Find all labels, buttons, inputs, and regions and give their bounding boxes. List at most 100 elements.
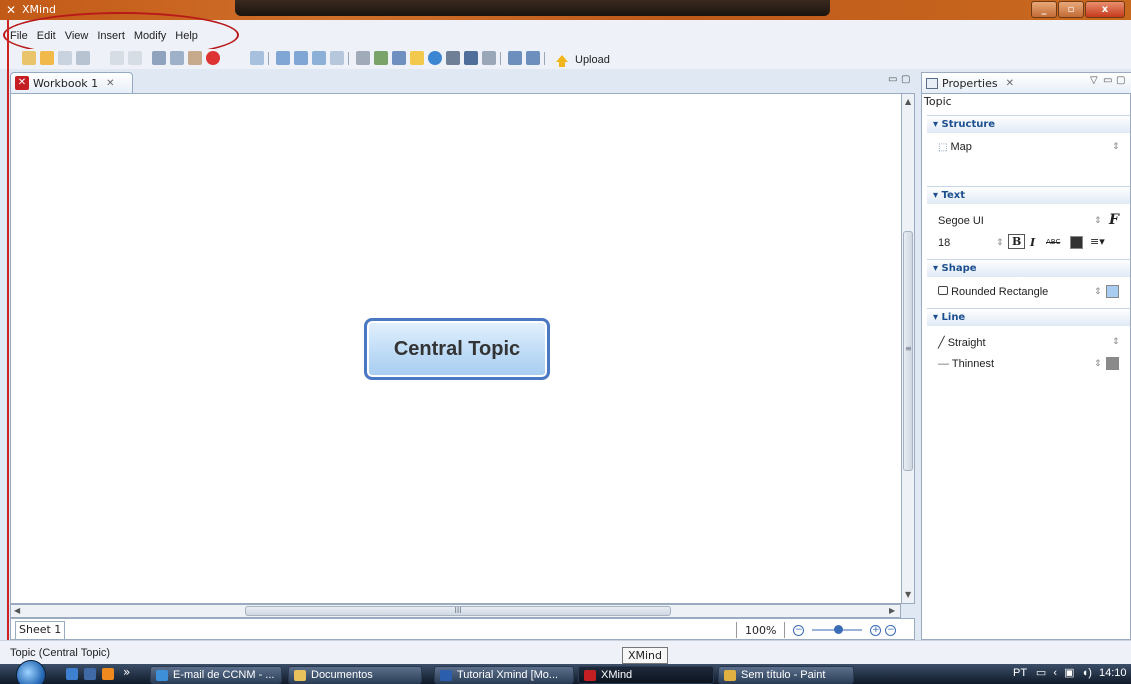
attachment-icon[interactable] [356, 51, 370, 65]
text-color-swatch[interactable] [1070, 236, 1083, 249]
start-button-icon[interactable] [16, 660, 46, 684]
maximize-button[interactable]: ▫ [1058, 1, 1084, 18]
language-indicator[interactable]: PT [1013, 667, 1027, 679]
quick-launch-overflow-icon[interactable]: » [123, 665, 130, 679]
taskbar-item-xmind[interactable]: XMind [578, 666, 714, 684]
parent-topic-icon[interactable] [312, 51, 326, 65]
tab-close-icon[interactable]: ✕ [106, 78, 114, 89]
show-desktop-icon[interactable] [66, 668, 78, 680]
taskbar-item-documentos[interactable]: Documentos [288, 666, 422, 684]
font-chooser-icon[interactable]: F [1109, 212, 1119, 228]
image-icon[interactable] [374, 51, 388, 65]
scroll-right-icon[interactable]: ▶ [889, 606, 895, 615]
tray-expand-icon[interactable]: ‹ [1053, 667, 1057, 679]
font-spin-icon[interactable]: ⇕ [1094, 216, 1102, 226]
clock[interactable]: 14:10 [1099, 667, 1127, 679]
delete-icon[interactable] [206, 51, 220, 65]
minimize-view-icon[interactable]: ▭ [888, 74, 897, 85]
horizontal-scroll-thumb[interactable]: III [245, 606, 671, 616]
line-style-field[interactable]: ╱ Straight [938, 336, 986, 349]
drill-down-icon[interactable] [508, 51, 522, 65]
properties-icon [926, 77, 938, 89]
structure-field[interactable]: ⬚ Map [938, 141, 972, 153]
menu-file[interactable]: File [10, 30, 28, 42]
hyperlink-icon[interactable] [428, 51, 442, 65]
boundary-icon[interactable] [392, 51, 406, 65]
subtopic-icon[interactable] [276, 51, 290, 65]
vertical-scrollbar[interactable]: ▲ ≡ ▼ [901, 93, 915, 604]
minimize-view-icon[interactable]: ▭ [1103, 75, 1112, 86]
section-structure[interactable]: ▾ Structure [927, 115, 1130, 133]
tab-sheet-1[interactable]: Sheet 1 [15, 621, 66, 639]
strikethrough-button[interactable]: ABC [1046, 238, 1060, 246]
network-icon[interactable]: ▣ [1064, 667, 1074, 679]
vertical-scroll-thumb[interactable]: ≡ [903, 231, 913, 471]
fill-color-swatch[interactable] [1106, 285, 1119, 298]
maximize-view-icon[interactable]: ▢ [1116, 75, 1125, 86]
keyboard-icon[interactable]: ▭ [1036, 667, 1046, 679]
redo-icon[interactable] [128, 51, 142, 65]
italic-button[interactable]: I [1030, 236, 1035, 249]
zoom-out-icon[interactable]: − [793, 624, 805, 636]
scroll-up-icon[interactable]: ▲ [905, 97, 911, 106]
shape-spin-icon[interactable]: ⇕ [1094, 287, 1102, 297]
insert-topic-icon[interactable] [250, 51, 264, 65]
media-player-icon[interactable] [102, 668, 114, 680]
view-menu-icon[interactable]: ▽ [1090, 75, 1098, 86]
topic-before-icon[interactable] [294, 51, 308, 65]
tab-workbook[interactable]: ✕ Workbook 1 ✕ [10, 72, 133, 93]
scroll-down-icon[interactable]: ▼ [905, 590, 911, 599]
menu-insert[interactable]: Insert [97, 30, 125, 42]
menu-edit[interactable]: Edit [37, 30, 56, 42]
line-style-spin-icon[interactable]: ⇕ [1112, 337, 1120, 347]
menu-view[interactable]: View [65, 30, 89, 42]
taskbar-item-tutorial[interactable]: Tutorial Xmind [Mo... [434, 666, 574, 684]
tab-workbook-label: Workbook 1 [33, 76, 99, 90]
font-size-field[interactable]: 18 [938, 237, 950, 249]
label-icon[interactable] [482, 51, 496, 65]
save-icon[interactable] [58, 51, 72, 65]
maximize-view-icon[interactable]: ▢ [901, 74, 910, 85]
taskbar-item-paint[interactable]: Sem título - Paint [718, 666, 854, 684]
line-width-field[interactable]: — Thinnest [938, 358, 994, 370]
volume-icon[interactable]: ◖) [1082, 667, 1092, 679]
line-width-spin-icon[interactable]: ⇕ [1094, 359, 1102, 369]
copy-icon[interactable] [170, 51, 184, 65]
undo-icon[interactable] [110, 51, 124, 65]
open-icon[interactable] [40, 51, 54, 65]
bold-button[interactable]: B [1008, 234, 1026, 249]
explorer-icon[interactable] [84, 668, 96, 680]
structure-spin-icon[interactable]: ⇕ [1112, 142, 1120, 152]
zoom-in-icon[interactable]: + [870, 624, 882, 636]
relationship-icon[interactable] [464, 51, 478, 65]
floating-topic-icon[interactable] [330, 51, 344, 65]
shape-field[interactable]: Rounded Rectangle [938, 286, 1048, 298]
zoom-slider[interactable] [812, 625, 863, 634]
scroll-left-icon[interactable]: ◀ [14, 606, 20, 615]
cut-icon[interactable] [152, 51, 166, 65]
new-workbook-icon[interactable] [22, 51, 36, 65]
central-topic[interactable]: Central Topic [364, 318, 550, 380]
minimize-button[interactable]: _ [1031, 1, 1057, 18]
horizontal-scrollbar[interactable]: ◀ III ▶ [10, 604, 901, 618]
zoom-fit-icon[interactable]: − [885, 624, 897, 636]
size-spin-icon[interactable]: ⇕ [996, 238, 1004, 248]
summary-icon[interactable] [446, 51, 460, 65]
tab-properties[interactable]: Properties ✕ ▽ ▭ ▢ [922, 73, 1131, 94]
print-icon[interactable] [76, 51, 90, 65]
note-icon[interactable] [410, 51, 424, 65]
close-button[interactable]: x [1085, 1, 1125, 18]
align-icon[interactable]: ≡▾ [1090, 235, 1105, 248]
taskbar-item-email[interactable]: E-mail de CCNM - ... [150, 666, 282, 684]
menu-modify[interactable]: Modify [134, 30, 166, 42]
menu-help[interactable]: Help [175, 30, 198, 42]
font-family-field[interactable]: Segoe UI [938, 215, 984, 227]
line-color-swatch[interactable] [1106, 357, 1119, 370]
section-text[interactable]: ▾ Text [927, 186, 1130, 204]
paste-icon[interactable] [188, 51, 202, 65]
properties-close-icon[interactable]: ✕ [1006, 78, 1014, 89]
drill-up-icon[interactable] [526, 51, 540, 65]
section-shape[interactable]: ▾ Shape [927, 259, 1130, 277]
upload-button[interactable]: Upload [556, 50, 610, 67]
section-line[interactable]: ▾ Line [927, 308, 1130, 326]
